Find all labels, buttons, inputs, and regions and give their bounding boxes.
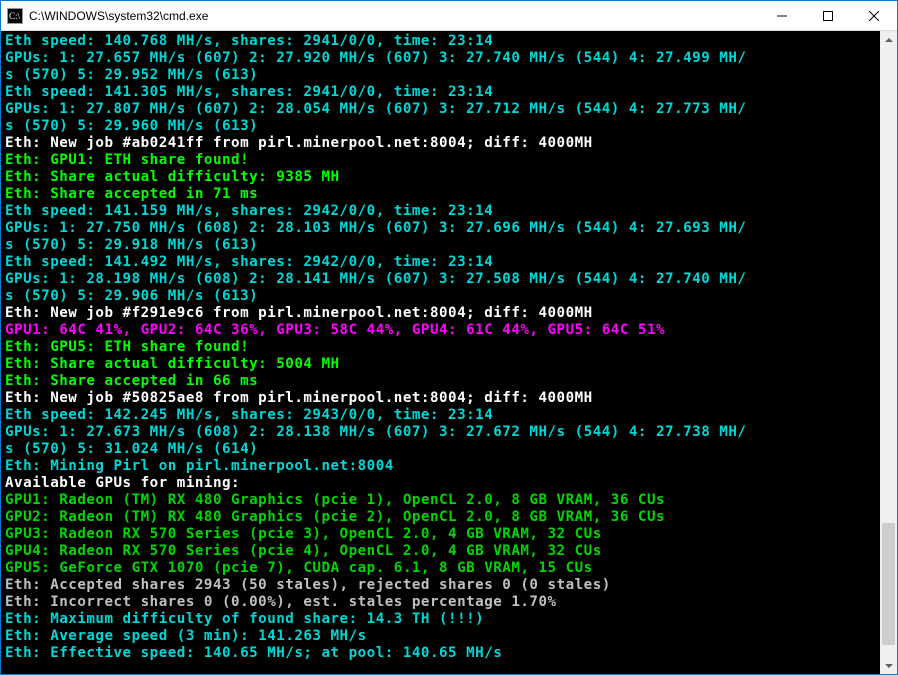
terminal-line: Eth: Mining Pirl on pirl.minerpool.net:8… bbox=[5, 458, 876, 475]
terminal-line: Eth: Maximum difficulty of found share: … bbox=[5, 611, 876, 628]
terminal-line: Available GPUs for mining: bbox=[5, 475, 876, 492]
scroll-up-button[interactable] bbox=[880, 31, 897, 48]
terminal-line: GPU4: Radeon RX 570 Series (pcie 4), Ope… bbox=[5, 543, 876, 560]
terminal-line: Eth speed: 142.245 MH/s, shares: 2943/0/… bbox=[5, 407, 876, 424]
terminal-line: s (570) 5: 29.906 MH/s (613) bbox=[5, 288, 876, 305]
terminal-line: Eth: Share accepted in 66 ms bbox=[5, 373, 876, 390]
terminal-line: GPU5: GeForce GTX 1070 (pcie 7), CUDA ca… bbox=[5, 560, 876, 577]
maximize-button[interactable] bbox=[805, 1, 851, 31]
terminal-line: Eth: GPU1: ETH share found! bbox=[5, 152, 876, 169]
terminal-line: GPUs: 1: 27.657 MH/s (607) 2: 27.920 MH/… bbox=[5, 50, 876, 67]
client-area: Eth speed: 140.768 MH/s, shares: 2941/0/… bbox=[1, 31, 897, 674]
scrollbar-track[interactable] bbox=[880, 48, 897, 657]
terminal-line: s (570) 5: 31.024 MH/s (614) bbox=[5, 441, 876, 458]
scroll-down-button[interactable] bbox=[880, 657, 897, 674]
terminal-line: Eth: New job #f291e9c6 from pirl.minerpo… bbox=[5, 305, 876, 322]
terminal-line: s (570) 5: 29.918 MH/s (613) bbox=[5, 237, 876, 254]
vertical-scrollbar[interactable] bbox=[880, 31, 897, 674]
app-window: C:\ C:\WINDOWS\system32\cmd.exe Eth spee… bbox=[0, 0, 898, 675]
minimize-button[interactable] bbox=[759, 1, 805, 31]
terminal-line: GPUs: 1: 28.198 MH/s (608) 2: 28.141 MH/… bbox=[5, 271, 876, 288]
close-button[interactable] bbox=[851, 1, 897, 31]
scrollbar-thumb[interactable] bbox=[882, 523, 895, 645]
terminal-output[interactable]: Eth speed: 140.768 MH/s, shares: 2941/0/… bbox=[1, 31, 880, 674]
terminal-line: GPUs: 1: 27.750 MH/s (608) 2: 28.103 MH/… bbox=[5, 220, 876, 237]
cmd-icon: C:\ bbox=[7, 8, 23, 24]
window-title: C:\WINDOWS\system32\cmd.exe bbox=[29, 9, 208, 23]
terminal-line: GPU1: 64C 41%, GPU2: 64C 36%, GPU3: 58C … bbox=[5, 322, 876, 339]
terminal-line: Eth: Share accepted in 71 ms bbox=[5, 186, 876, 203]
svg-text:C:\: C:\ bbox=[9, 11, 21, 21]
terminal-line: Eth: Average speed (3 min): 141.263 MH/s bbox=[5, 628, 876, 645]
terminal-line: Eth: GPU5: ETH share found! bbox=[5, 339, 876, 356]
terminal-line: Eth speed: 141.305 MH/s, shares: 2941/0/… bbox=[5, 84, 876, 101]
terminal-line: Eth speed: 140.768 MH/s, shares: 2941/0/… bbox=[5, 33, 876, 50]
terminal-line: Eth: Share actual difficulty: 5004 MH bbox=[5, 356, 876, 373]
terminal-line: GPU2: Radeon (TM) RX 480 Graphics (pcie … bbox=[5, 509, 876, 526]
terminal-line: s (570) 5: 29.952 MH/s (613) bbox=[5, 67, 876, 84]
terminal-line: Eth: Accepted shares 2943 (50 stales), r… bbox=[5, 577, 876, 594]
titlebar[interactable]: C:\ C:\WINDOWS\system32\cmd.exe bbox=[1, 1, 897, 31]
terminal-line: Eth speed: 141.492 MH/s, shares: 2942/0/… bbox=[5, 254, 876, 271]
terminal-line: GPU1: Radeon (TM) RX 480 Graphics (pcie … bbox=[5, 492, 876, 509]
terminal-line: GPU3: Radeon RX 570 Series (pcie 3), Ope… bbox=[5, 526, 876, 543]
terminal-line: GPUs: 1: 27.673 MH/s (608) 2: 28.138 MH/… bbox=[5, 424, 876, 441]
terminal-line: Eth: Incorrect shares 0 (0.00%), est. st… bbox=[5, 594, 876, 611]
terminal-line: Eth: New job #ab0241ff from pirl.minerpo… bbox=[5, 135, 876, 152]
terminal-line: GPUs: 1: 27.807 MH/s (607) 2: 28.054 MH/… bbox=[5, 101, 876, 118]
terminal-line: Eth: Share actual difficulty: 9385 MH bbox=[5, 169, 876, 186]
terminal-line: Eth: Effective speed: 140.65 MH/s; at po… bbox=[5, 645, 876, 662]
terminal-line: Eth: New job #50825ae8 from pirl.minerpo… bbox=[5, 390, 876, 407]
terminal-line: s (570) 5: 29.960 MH/s (613) bbox=[5, 118, 876, 135]
terminal-line: Eth speed: 141.159 MH/s, shares: 2942/0/… bbox=[5, 203, 876, 220]
